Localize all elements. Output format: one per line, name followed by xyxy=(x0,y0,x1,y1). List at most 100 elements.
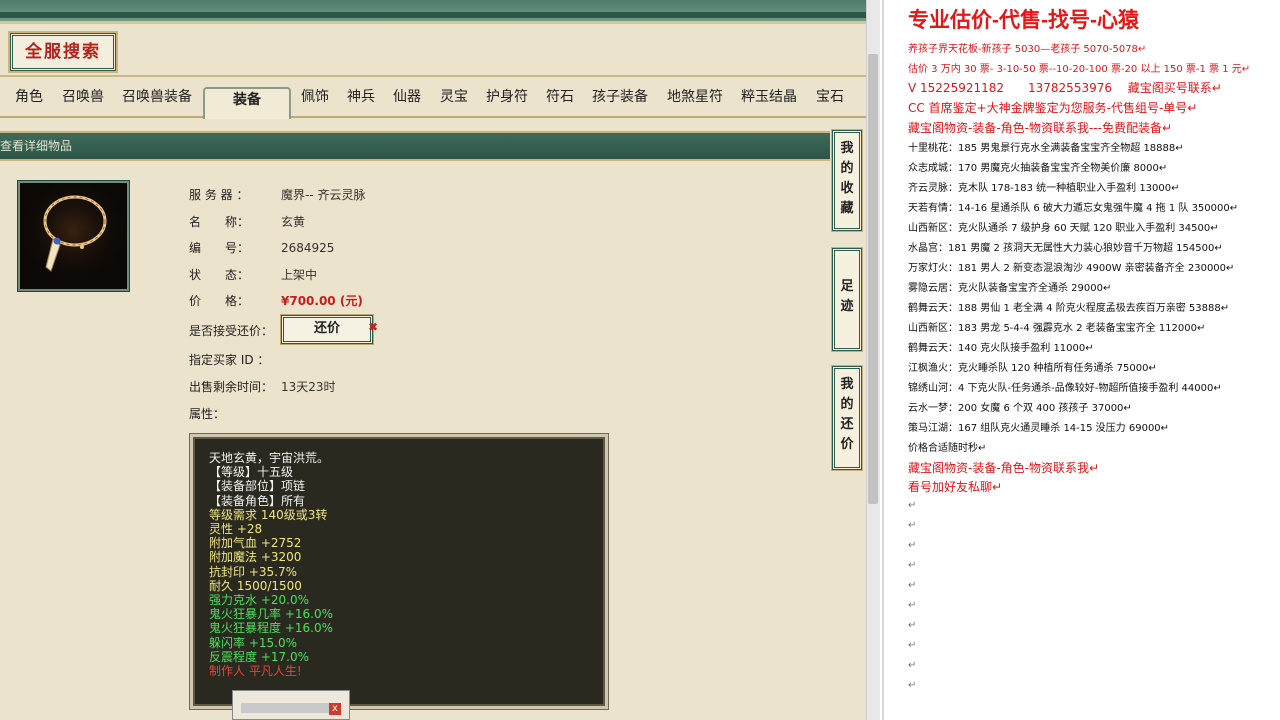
attribute-line: 强力克水 +20.0% xyxy=(209,593,309,608)
document-line: 江枫渔火：克火睡杀队 120 种植所有任务通杀 75000↵ xyxy=(908,363,1157,374)
tab-12[interactable]: 粹玉结晶 xyxy=(741,86,797,118)
status-row: 状 态： 上架中 xyxy=(189,266,317,286)
game-panel: 全服搜索 角色 召唤兽 召唤兽装备 装备 佩饰 神兵 仙器 灵宝 护身符 符石 孩子装备 地煞星符 粹玉… xyxy=(0,0,866,720)
attribute-line: 抗封印 +35.7% xyxy=(209,564,297,579)
server-label: 服 务 器 ： xyxy=(189,188,249,202)
price-label: 价 格： xyxy=(189,294,250,308)
document-line: 鹤舞云天：140 克火队接手盈利 11000↵ xyxy=(908,343,1094,354)
my-favorites-button[interactable]: 我的收藏 xyxy=(832,130,862,231)
document-line: CC 首席鉴定+大神金牌鉴定为您服务-代售组号-单号↵ xyxy=(908,101,1198,115)
document-line: V 15225921182 13782553976 藏宝阁买号联系↵ xyxy=(908,81,1222,95)
document-line: 鹤舞云天：188 男仙 1 老全满 4 阶克火程度孟极去疾百万亲密 53888↵ xyxy=(908,303,1230,314)
price-row: 价 格： ¥700.00 (元) xyxy=(189,292,363,312)
document-panel: 专业估价-代售-找号-心猿 养孩子界天花板-新孩子 5030—老孩子 5070-… xyxy=(882,0,1280,720)
paragraph-mark: ↵ xyxy=(908,500,917,511)
side-button-label: 我的收藏 xyxy=(840,141,854,216)
id-label: 编 号： xyxy=(189,241,250,255)
top-border-band xyxy=(0,0,866,24)
buyer-id-row: 指定买家 ID ： xyxy=(189,351,269,371)
attribute-line: 附加魔法 +3200 xyxy=(209,550,302,565)
close-icon: ✖ xyxy=(368,320,379,334)
side-button-label: 我的还价 xyxy=(840,377,854,452)
attribute-line: 反震程度 +17.0% xyxy=(209,649,309,664)
document-line: 十里桃花：185 男鬼景行克水全满装备宝宝齐全物超 18888↵ xyxy=(908,143,1184,154)
tab-2[interactable]: 召唤兽装备 xyxy=(122,86,192,118)
time-row: 出售剩余时间： 13天23时 xyxy=(189,378,336,398)
detail-header: 查看详细物品 xyxy=(0,131,830,161)
document-line: 看号加好友私聊↵ xyxy=(908,480,1003,494)
document-line: 万家灯火：181 男人 2 新变态混浪淘沙 4900W 亲密装备齐全 23000… xyxy=(908,263,1235,274)
tab-0[interactable]: 角色 xyxy=(15,86,43,118)
attribute-line: 附加气血 +2752 xyxy=(209,536,302,551)
taskbar-thumbnail[interactable]: x xyxy=(232,690,350,720)
name-value: 玄黄 xyxy=(281,215,306,229)
attribute-line: 【装备部位】项链 xyxy=(209,479,306,494)
tab-7[interactable]: 灵宝 xyxy=(440,86,468,118)
side-button-label: 足迹 xyxy=(840,279,854,314)
attribute-line: 耐久 1500/1500 xyxy=(209,578,302,593)
tab-5[interactable]: 神兵 xyxy=(347,86,375,118)
thumbnail-preview xyxy=(241,703,333,713)
footprint-button[interactable]: 足迹 xyxy=(832,248,862,351)
document-line: 齐云灵脉：克木队 178-183 统一种植职业入手盈利 13000↵ xyxy=(908,183,1180,194)
tab-1[interactable]: 召唤兽 xyxy=(62,86,104,118)
document-title: 专业估价-代售-找号-心猿 xyxy=(908,9,1139,32)
paragraph-mark: ↵ xyxy=(908,520,917,531)
counter-offer-button[interactable]: 还价 xyxy=(281,315,373,344)
title-bar xyxy=(0,27,866,77)
id-row: 编 号： 2684925 xyxy=(189,239,334,259)
tab-3[interactable]: 装备 xyxy=(203,87,291,119)
tab-8[interactable]: 护身符 xyxy=(486,86,528,118)
tab-10[interactable]: 孩子装备 xyxy=(592,86,648,118)
tab-4[interactable]: 佩饰 xyxy=(301,86,329,118)
attribute-label: 属性： xyxy=(189,407,226,421)
scrollbar-thumb[interactable] xyxy=(868,54,878,504)
server-search-title[interactable]: 全服搜索 xyxy=(10,33,116,71)
buyer-id-label: 指定买家 ID ： xyxy=(189,353,270,367)
tab-11[interactable]: 地煞星符 xyxy=(667,86,723,118)
counter-offer-label: 是否接受还价： xyxy=(189,324,274,338)
attribute-line: 【装备角色】所有 xyxy=(209,493,306,508)
tab-9[interactable]: 符石 xyxy=(546,86,574,118)
attribute-line: 灵性 +28 xyxy=(209,522,263,537)
document-line: 养孩子界天花板-新孩子 5030—老孩子 5070-5078↵ xyxy=(908,44,1147,55)
name-row: 名 称： 玄黄 xyxy=(189,213,305,233)
paragraph-mark: ↵ xyxy=(908,580,917,591)
document-line: 云水一梦：200 女魔 6 个双 400 孩孩子 37000↵ xyxy=(908,403,1132,414)
attribute-box: 天地玄黄，宇宙洪荒。 【等级】十五级 【装备部位】项链 【装备角色】所有 等级需求 14… xyxy=(190,434,608,709)
close-icon[interactable]: x xyxy=(329,703,341,715)
my-counter-offers-button[interactable]: 我的还价 xyxy=(832,366,862,470)
attribute-line: 鬼火狂暴几率 +16.0% xyxy=(209,607,333,622)
server-row: 服 务 器 ： 魔界-- 齐云灵脉 xyxy=(189,186,365,206)
document-line: 藏宝阁物资-装备-角色-物资联系我---免费配装备↵ xyxy=(908,121,1173,135)
server-value: 魔界-- 齐云灵脉 xyxy=(281,188,366,202)
time-label: 出售剩余时间： xyxy=(189,380,274,394)
name-label: 名 称： xyxy=(189,215,250,229)
status-value: 上架中 xyxy=(281,268,318,282)
document-line: 价格合适随时秒↵ xyxy=(908,443,987,454)
counter-offer-row: 是否接受还价： xyxy=(189,322,273,342)
time-value: 13天23时 xyxy=(281,380,336,394)
tab-6[interactable]: 仙器 xyxy=(393,86,421,118)
document-line: 山西新区：183 男龙 5-4-4 强霹克水 2 老装备宝宝齐全 112000↵ xyxy=(908,323,1206,334)
attribute-row: 属性： xyxy=(189,405,225,425)
document-line: 估价 3 万内 30 票- 3-10-50 票--10-20-100 票-20 … xyxy=(908,64,1251,75)
status-label: 状 态： xyxy=(189,268,250,282)
paragraph-mark: ↵ xyxy=(908,620,917,631)
attribute-line: 天地玄黄，宇宙洪荒。 xyxy=(209,451,330,465)
paragraph-mark: ↵ xyxy=(908,640,917,651)
tab-13[interactable]: 宝石 xyxy=(816,86,844,118)
document-line: 众志成城：170 男魔克火抽装备宝宝齐全物美价廉 8000↵ xyxy=(908,163,1168,174)
document-line: 锦绣山河：4 下克火队-任务通杀-品像较好-物超所值接手盈利 44000↵ xyxy=(908,383,1222,394)
paragraph-mark: ↵ xyxy=(908,680,917,691)
document-line: 山西新区：克火队通杀 7 级护身 60 天赋 120 职业入手盈利 34500↵ xyxy=(908,223,1219,234)
necklace-item-icon xyxy=(18,181,129,291)
attribute-line: 等级需求 140级或3转 xyxy=(209,507,328,522)
attribute-line: 制作人 平凡人生! xyxy=(209,664,302,679)
attribute-line: 躲闪率 +15.0% xyxy=(209,635,297,650)
document-line: 天若有情：14-16 星通杀队 6 破大力遁忘女鬼强牛魔 4 拖 1 队 350… xyxy=(908,203,1239,214)
id-value: 2684925 xyxy=(281,241,335,255)
paragraph-mark: ↵ xyxy=(908,560,917,571)
paragraph-mark: ↵ xyxy=(908,600,917,611)
paragraph-mark: ↵ xyxy=(908,540,917,551)
